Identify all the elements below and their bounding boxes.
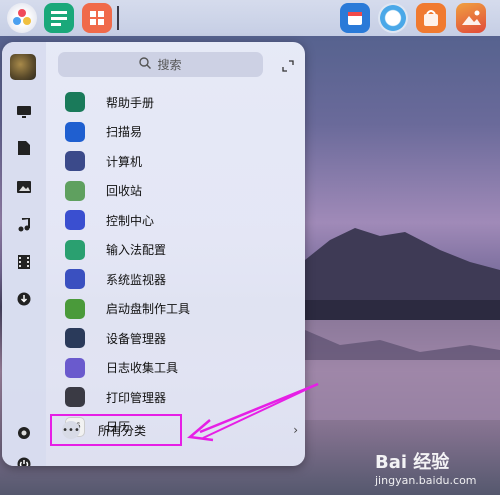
annotation-arrow <box>187 382 319 442</box>
watermark-url: jingyan.baidu.com <box>375 474 477 487</box>
watermark: Bai 经验 jingyan.baidu.com <box>375 448 495 492</box>
watermark-logo: Bai 经验 <box>375 452 450 473</box>
